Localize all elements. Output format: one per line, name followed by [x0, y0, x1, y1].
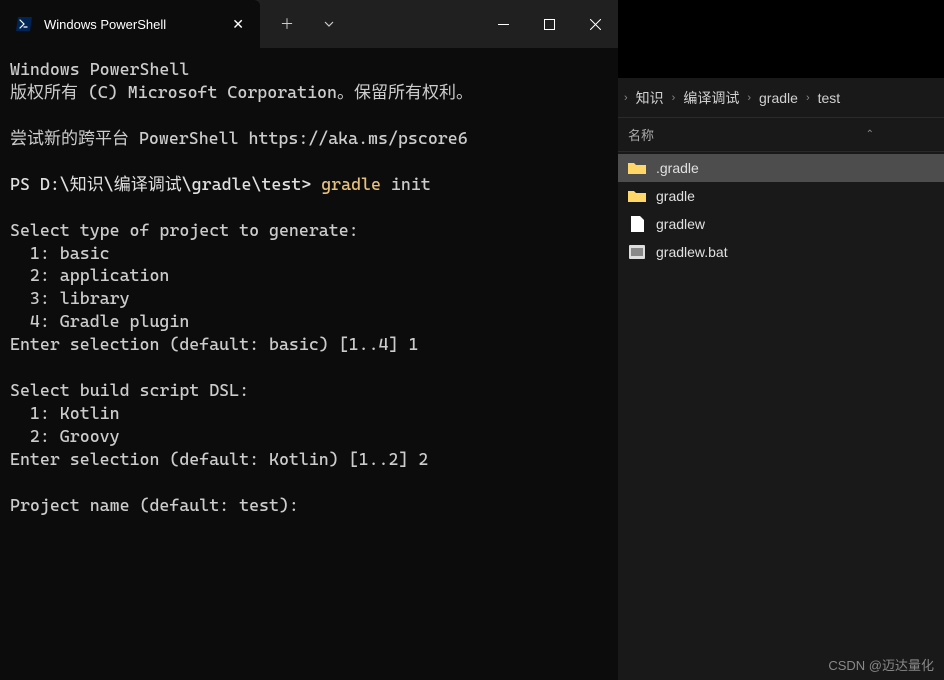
maximize-button[interactable]	[526, 0, 572, 48]
new-tab-button[interactable]: ＋	[268, 6, 306, 42]
term-line: 2: Groovy	[10, 426, 120, 446]
file-name: gradlew	[656, 216, 705, 232]
list-item[interactable]: gradlew	[618, 210, 944, 238]
term-line: Select type of project to generate:	[10, 220, 359, 240]
term-prompt: PS D:\知识\编译调试\gradle\test>	[10, 174, 321, 194]
term-line: 尝试新的跨平台 PowerShell https://aka.ms/pscore…	[10, 128, 468, 148]
active-tab[interactable]: Windows PowerShell ✕	[0, 0, 260, 48]
breadcrumb-item[interactable]: gradle	[759, 90, 798, 106]
column-header[interactable]: 名称 ⌃	[618, 118, 944, 152]
term-line: 1: Kotlin	[10, 403, 120, 423]
file-name: gradle	[656, 188, 695, 204]
term-command: gradle	[321, 174, 381, 194]
file-icon	[628, 216, 646, 232]
close-tab-button[interactable]: ✕	[228, 12, 248, 37]
close-window-button[interactable]	[572, 0, 618, 48]
explorer-header-gap	[618, 0, 944, 78]
breadcrumb: › 知识 › 编译调试 › gradle › test	[618, 78, 944, 118]
term-line: Project name (default: test):	[10, 495, 299, 515]
minimize-button[interactable]	[480, 0, 526, 48]
file-explorer: › 知识 › 编译调试 › gradle › test 名称 ⌃ .gradle…	[618, 0, 944, 680]
list-item[interactable]: gradle	[618, 182, 944, 210]
powershell-icon	[16, 15, 34, 33]
chevron-right-icon: ›	[806, 92, 810, 104]
term-line: Enter selection (default: basic) [1..4] …	[10, 334, 418, 354]
term-command-args: init	[381, 174, 431, 194]
breadcrumb-item[interactable]: 编译调试	[683, 88, 739, 108]
term-line: Select build script DSL:	[10, 380, 249, 400]
list-item[interactable]: gradlew.bat	[618, 238, 944, 266]
list-item[interactable]: .gradle	[618, 154, 944, 182]
term-line: 版权所有 (C) Microsoft Corporation。保留所有权利。	[10, 82, 473, 102]
watermark: CSDN @迈达量化	[828, 655, 934, 674]
bat-file-icon	[628, 244, 646, 260]
chevron-right-icon: ›	[747, 92, 751, 104]
file-name: .gradle	[656, 160, 699, 176]
term-line: 3: library	[10, 288, 130, 308]
chevron-right-icon: ›	[672, 92, 676, 104]
term-line: Windows PowerShell	[10, 59, 189, 79]
tab-dropdown-button[interactable]	[312, 8, 346, 40]
terminal-output[interactable]: Windows PowerShell 版权所有 (C) Microsoft Co…	[0, 48, 618, 680]
tab-title: Windows PowerShell	[44, 17, 218, 32]
titlebar: Windows PowerShell ✕ ＋	[0, 0, 618, 48]
term-line: 2: application	[10, 265, 169, 285]
term-line: 4: Gradle plugin	[10, 311, 189, 331]
term-line: 1: basic	[10, 243, 110, 263]
breadcrumb-item[interactable]: 知识	[636, 88, 664, 108]
folder-icon	[628, 160, 646, 176]
file-list: .gradle gradle gradlew gradlew.bat	[618, 152, 944, 680]
file-name: gradlew.bat	[656, 244, 728, 260]
column-name-label: 名称	[628, 125, 866, 144]
window-controls	[480, 0, 618, 48]
folder-icon	[628, 188, 646, 204]
term-line: Enter selection (default: Kotlin) [1..2]…	[10, 449, 428, 469]
terminal-window: Windows PowerShell ✕ ＋ Windows PowerShel…	[0, 0, 618, 680]
tab-controls: ＋	[260, 0, 346, 48]
sort-indicator-icon: ⌃	[866, 129, 934, 140]
breadcrumb-item[interactable]: test	[818, 90, 841, 106]
chevron-right-icon: ›	[624, 92, 628, 104]
